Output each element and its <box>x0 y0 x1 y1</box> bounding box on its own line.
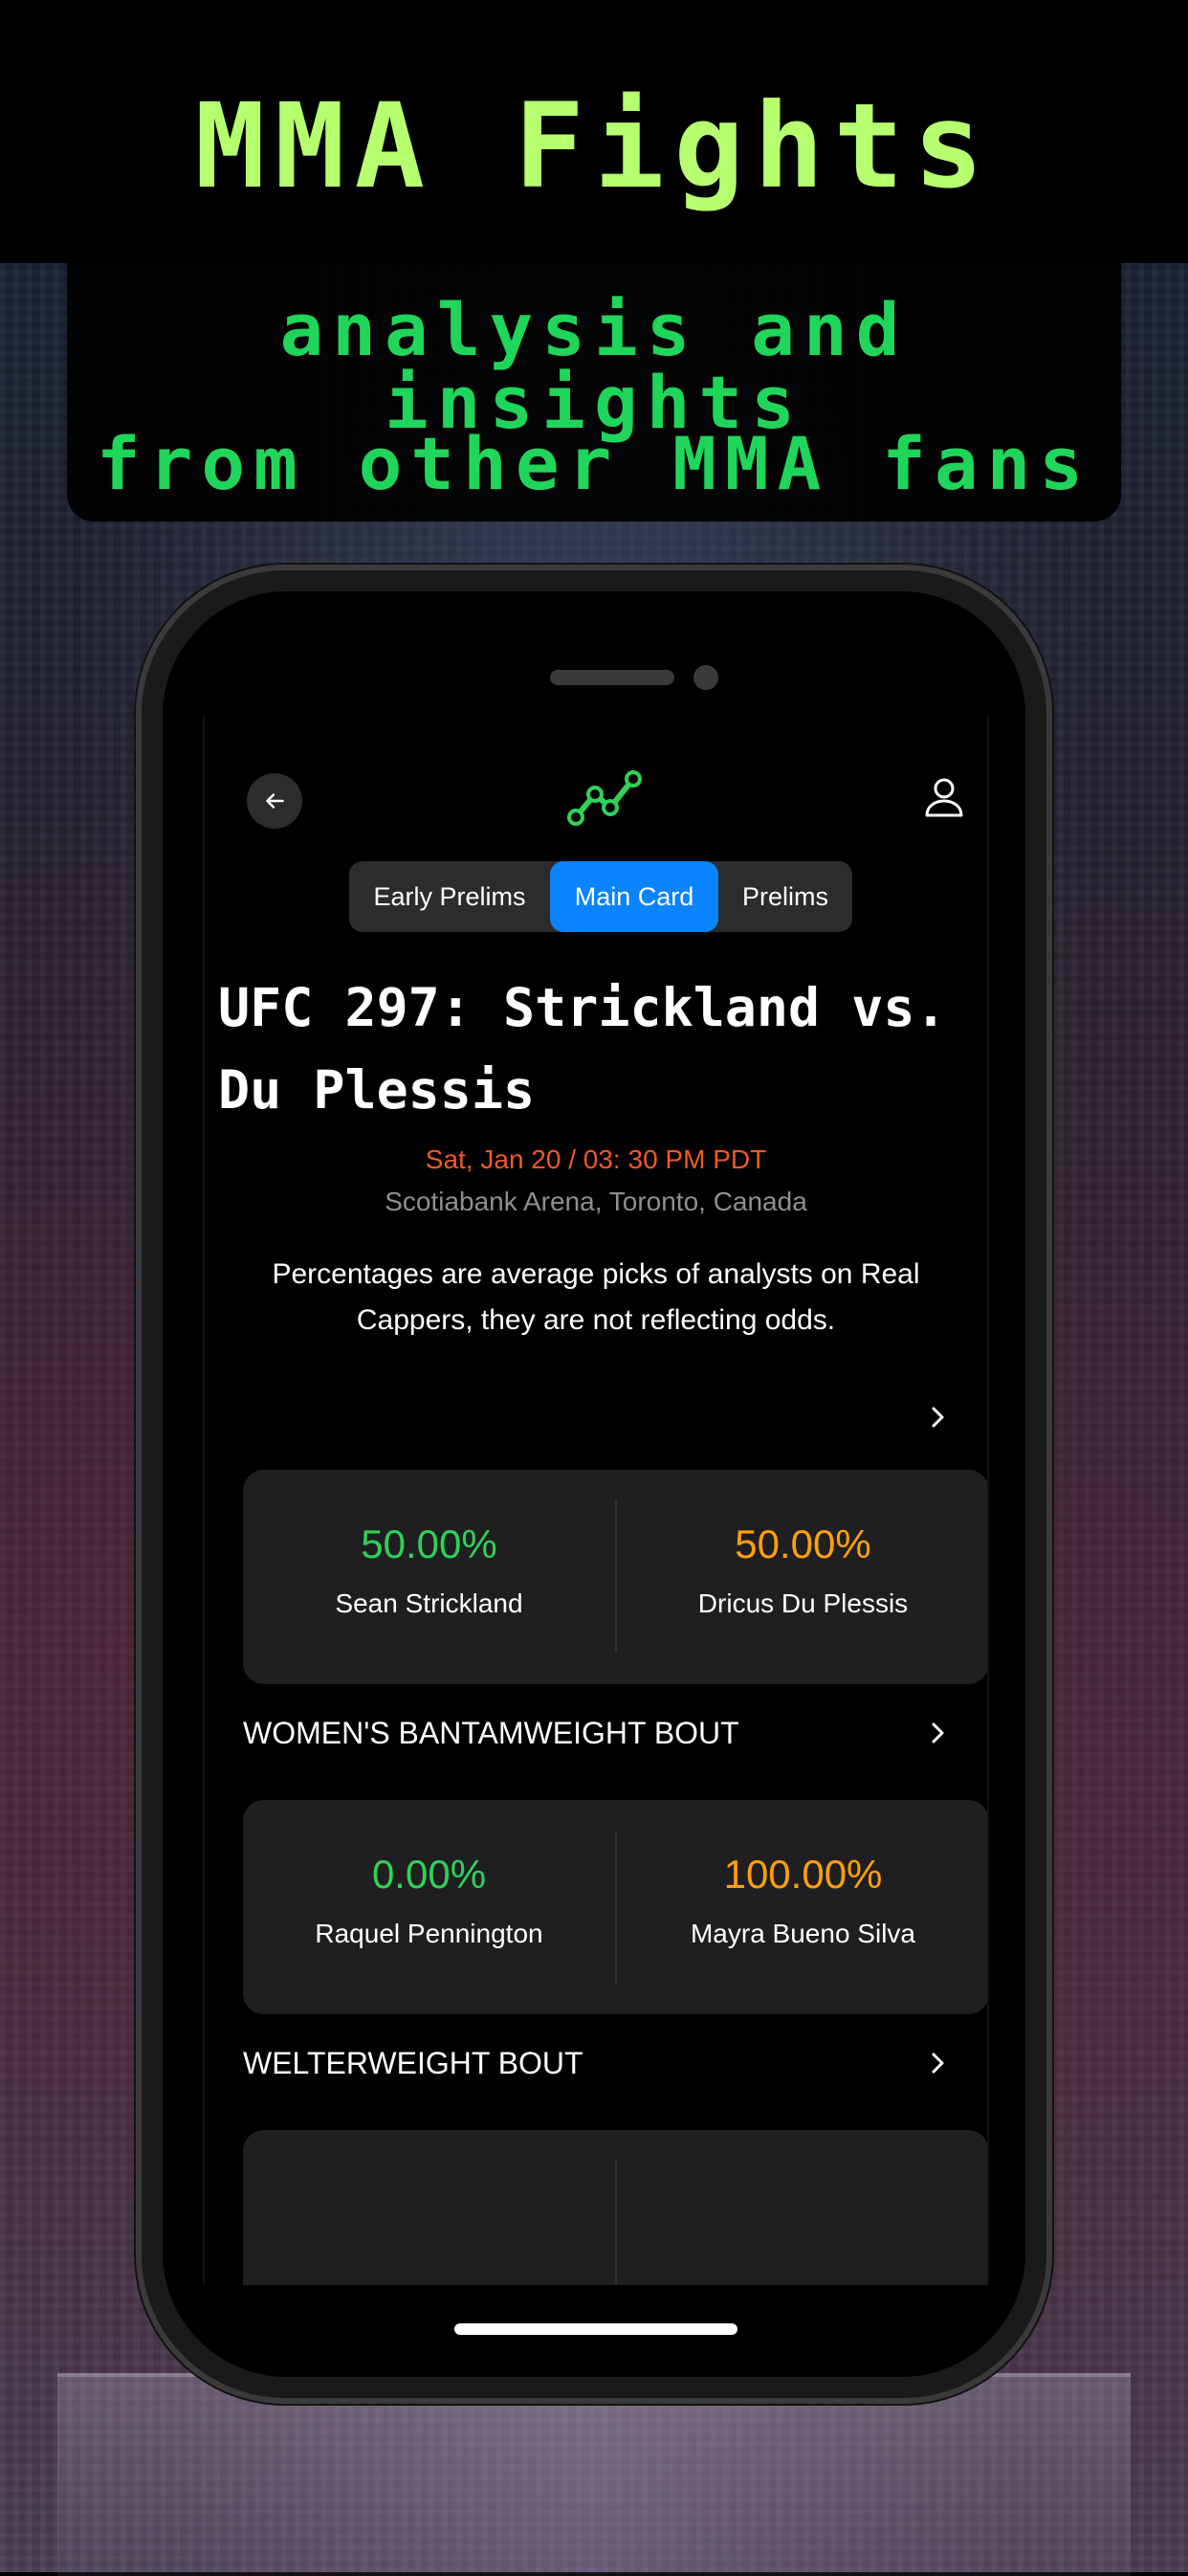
tab-early-prelims[interactable]: Early Prelims <box>349 861 550 932</box>
bout-card[interactable]: 0.00% Raquel Pennington 100.00% Mayra Bu… <box>243 1800 987 2014</box>
bout-label: WELTERWEIGHT BOUT <box>243 2045 583 2080</box>
fighter-b: 50.00% Dricus Du Plessis <box>617 1520 987 1619</box>
chevron-right-icon <box>932 1722 944 1743</box>
app-screen: Early Prelims Main Card Prelims UFC 297:… <box>203 716 989 2285</box>
bout-header-womens-bantamweight[interactable]: WOMEN'S BANTAMWEIGHT BOUT <box>243 1709 949 1757</box>
event-title: UFC 297: Strickland vs. Du Plessis <box>218 977 947 1121</box>
bout-label: WOMEN'S BANTAMWEIGHT BOUT <box>243 1715 739 1750</box>
trend-line-icon <box>567 770 642 826</box>
octagon-background <box>57 2373 1131 2576</box>
fighter-a-name: Sean Strickland <box>335 1588 523 1618</box>
odds-disclaimer: Percentages are average picks of analyst… <box>272 1258 920 1336</box>
fighter-a-pct: 50.00% <box>361 1521 497 1566</box>
card-segmented-control: Early Prelims Main Card Prelims <box>349 861 852 932</box>
chevron-right-icon <box>932 2053 944 2074</box>
tab-main-card[interactable]: Main Card <box>550 861 718 932</box>
fighter-b-name: Dricus Du Plessis <box>697 1588 909 1618</box>
tab-prelims[interactable]: Prelims <box>718 861 852 932</box>
front-camera <box>693 665 718 690</box>
fighter-a-pct: 0.00% <box>371 1852 487 1897</box>
bout-header-main-event[interactable] <box>243 1393 949 1441</box>
fighter-b-pct: 100.00% <box>723 1852 883 1897</box>
bout-card[interactable]: 50.00% Sean Strickland 50.00% Dricus Du … <box>243 1470 987 1684</box>
card-divider <box>615 2161 617 2285</box>
fighter-b-pct: 50.00% <box>735 1521 871 1566</box>
user-icon[interactable] <box>922 775 966 819</box>
arrow-left-icon <box>266 793 284 809</box>
home-indicator[interactable] <box>454 2323 737 2335</box>
bout-card[interactable] <box>243 2130 987 2285</box>
bout-header-welterweight[interactable]: WELTERWEIGHT BOUT <box>243 2039 949 2087</box>
speaker-grille <box>550 670 674 685</box>
phone-screen: Early Prelims Main Card Prelims UFC 297:… <box>163 591 1025 2377</box>
back-button[interactable] <box>247 773 302 829</box>
fighter-a-name: Raquel Pennington <box>315 1919 543 1948</box>
fighter-b-name: Mayra Bueno Silva <box>690 1919 915 1948</box>
fighter-a: 0.00% Raquel Pennington <box>243 1850 615 1949</box>
tagline-box: analysis and insights from other MMA fan… <box>67 263 1121 522</box>
fighter-b: 100.00% Mayra Bueno Silva <box>617 1850 987 1949</box>
tagline-line-2: from other MMA fans <box>96 421 1092 506</box>
chevron-right-icon <box>932 1407 944 1428</box>
event-date: Sat, Jan 20 / 03: 30 PM PDT <box>425 1144 767 1174</box>
tagline-line-1: analysis and insights <box>279 287 909 445</box>
promo-title: MMA Fights <box>194 78 994 214</box>
fighter-a: 50.00% Sean Strickland <box>243 1520 615 1619</box>
phone-frame: Early Prelims Main Card Prelims UFC 297:… <box>142 570 1046 2398</box>
event-venue: Scotiabank Arena, Toronto, Canada <box>385 1187 807 1216</box>
